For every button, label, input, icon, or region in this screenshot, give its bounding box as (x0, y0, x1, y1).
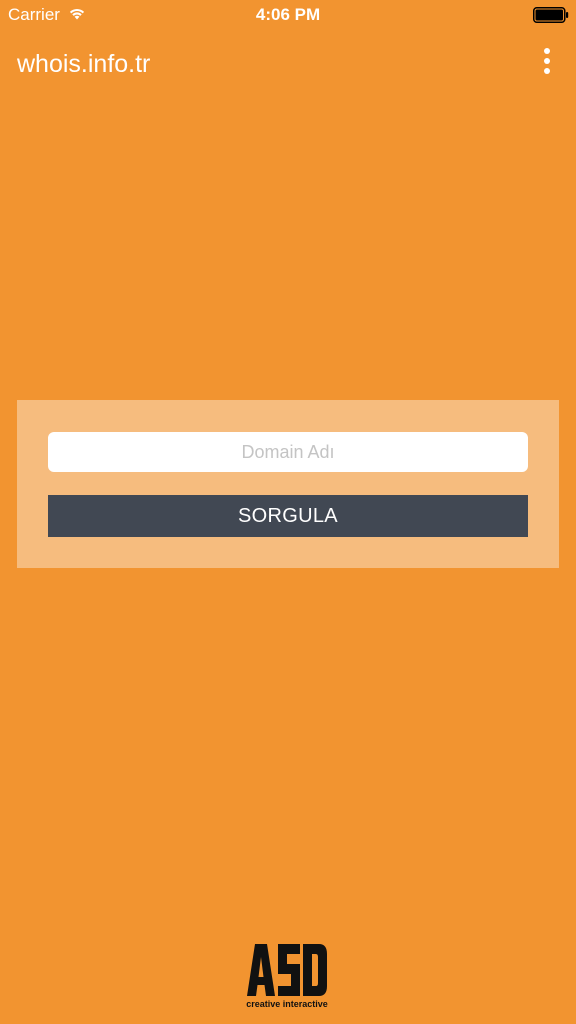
more-vertical-icon-dot (544, 68, 550, 74)
app-title: whois.info.tr (17, 50, 151, 78)
status-bar: Carrier 4:06 PM (0, 0, 576, 30)
more-vertical-icon (544, 48, 550, 54)
search-panel: SORGULA (17, 400, 559, 568)
more-vertical-icon-dot (544, 58, 550, 64)
status-time: 4:06 PM (255, 5, 321, 24)
domain-input[interactable] (48, 432, 528, 472)
battery-icon (533, 7, 569, 23)
asd-logo: creative interactive (246, 944, 328, 1009)
query-button[interactable]: SORGULA (48, 495, 528, 537)
more-options-button[interactable] (534, 44, 560, 78)
logo-subtitle: creative interactive (246, 999, 328, 1009)
